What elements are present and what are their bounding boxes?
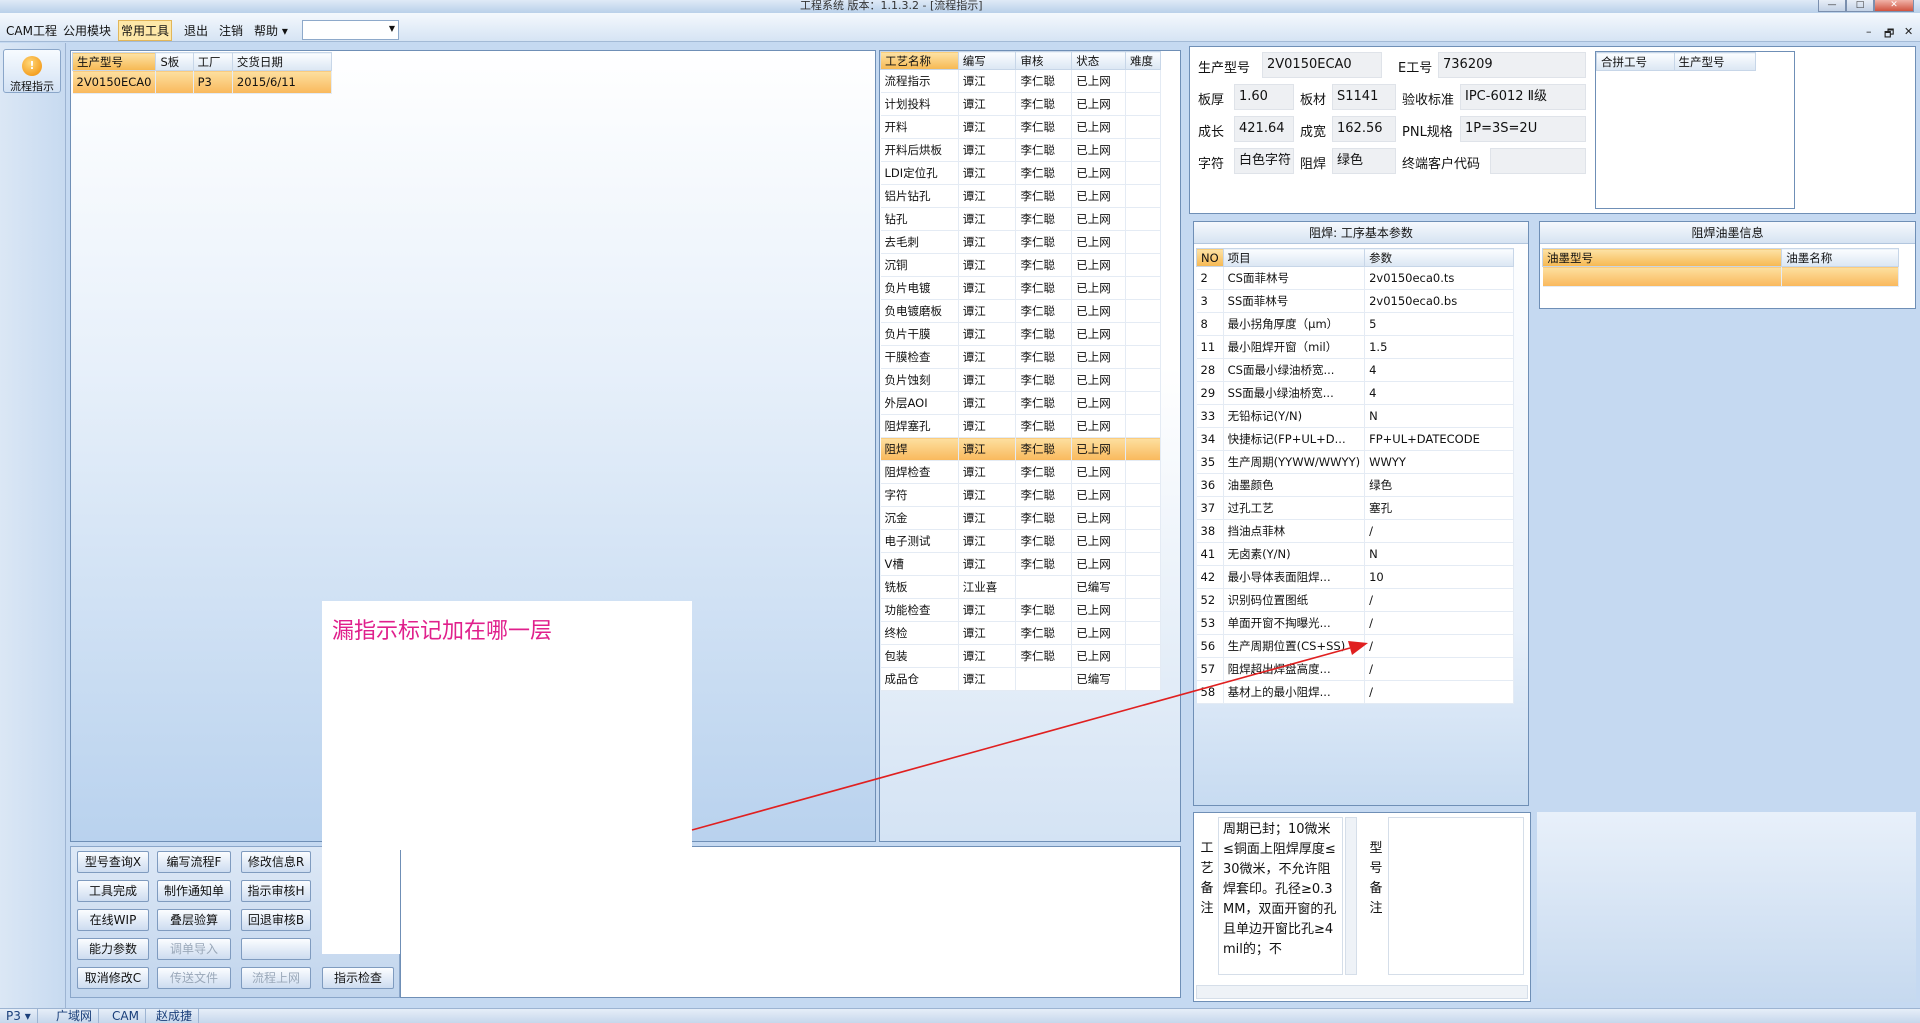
status-cam: CAM <box>106 1009 146 1023</box>
status-user: 赵成捷 <box>150 1009 200 1023</box>
status-factory-label: P3 <box>6 1009 21 1023</box>
annotation-arrow <box>691 641 1368 831</box>
status-bar: P3 ▾ 广域网 CAM 赵成捷 <box>0 1008 1920 1023</box>
status-network: 广域网 <box>50 1009 100 1023</box>
status-factory[interactable]: P3 ▾ <box>0 1009 38 1023</box>
